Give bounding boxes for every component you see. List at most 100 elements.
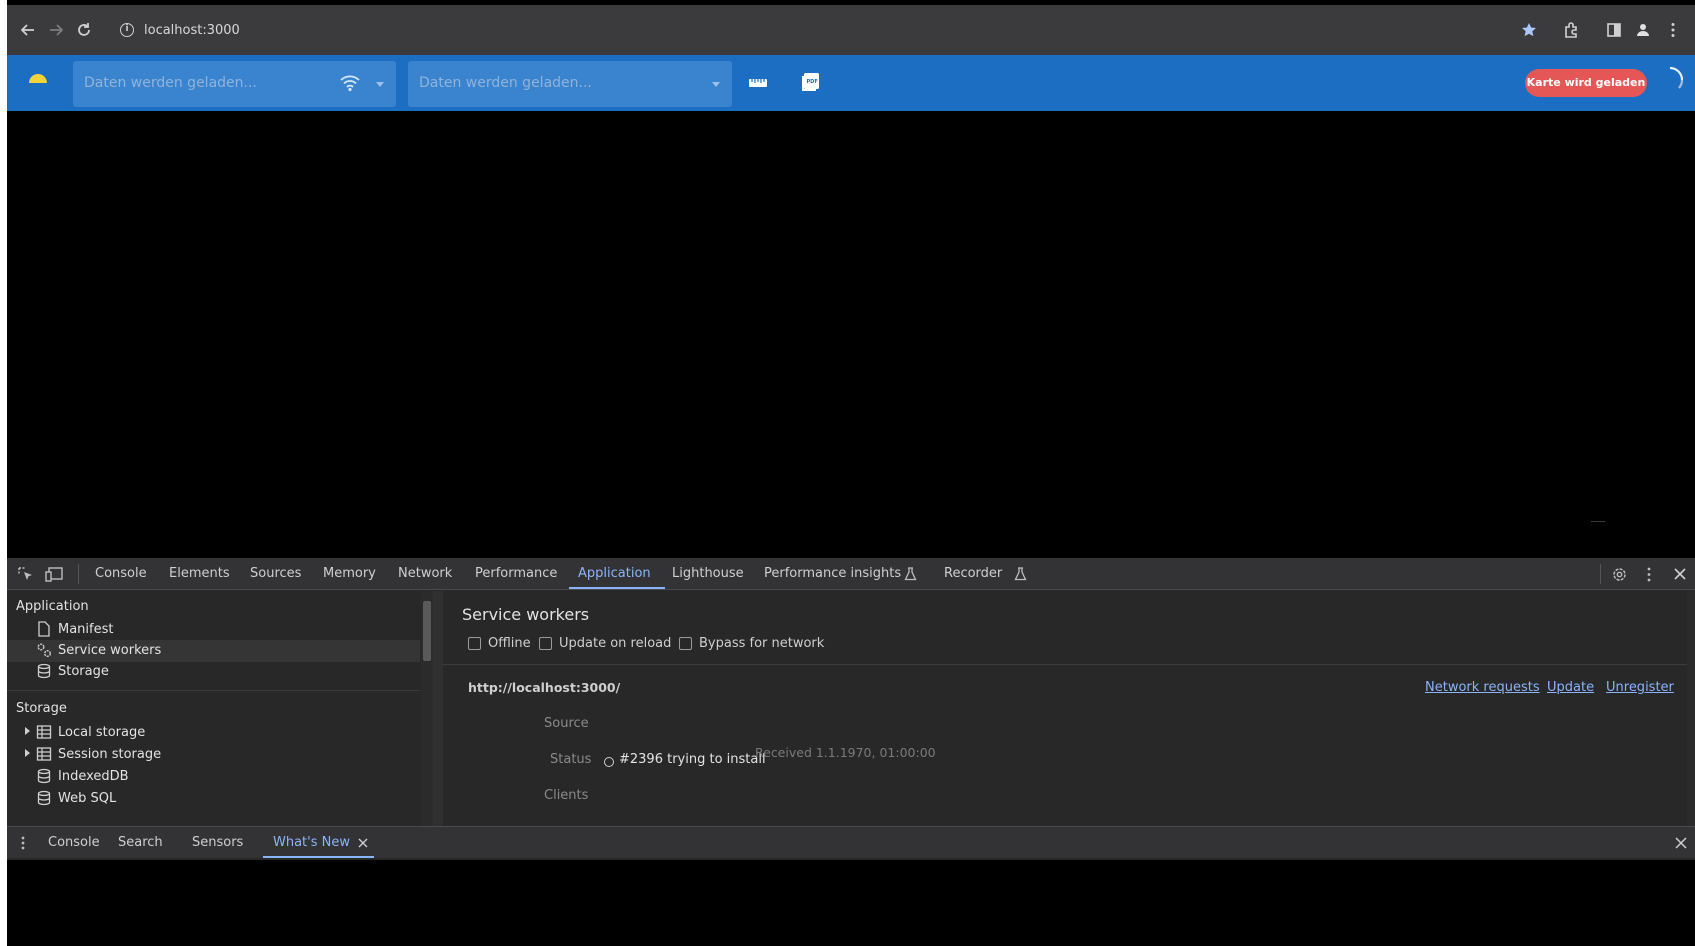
checkbox-box[interactable] xyxy=(539,637,552,650)
sidebar-item-session-storage[interactable]: Session storage xyxy=(36,746,161,762)
gears-icon xyxy=(36,642,52,658)
ruler-icon[interactable] xyxy=(748,73,768,93)
chevron-down-icon[interactable] xyxy=(712,82,720,87)
sidebar-item-label: Manifest xyxy=(58,621,114,637)
devtools-drawer-bar: Console Search Sensors What's New xyxy=(7,826,1695,858)
experiment-flask-icon xyxy=(1014,567,1027,581)
tab-console[interactable]: Console xyxy=(95,566,147,581)
expand-arrow-icon[interactable] xyxy=(25,749,30,757)
drawer-tab-search[interactable]: Search xyxy=(118,835,163,850)
checkbox-box[interactable] xyxy=(679,637,692,650)
profile-icon[interactable] xyxy=(1634,21,1652,39)
sidebar-item-indexeddb[interactable]: IndexedDB xyxy=(36,768,129,784)
toolbar-divider xyxy=(78,564,79,584)
section-storage: Storage xyxy=(16,701,67,716)
pane-title: Service workers xyxy=(462,605,590,624)
tab-performance-insights[interactable]: Performance insights xyxy=(764,566,901,581)
unregister-link[interactable]: Unregister xyxy=(1606,680,1674,695)
bypass-for-network-checkbox[interactable]: Bypass for network xyxy=(679,636,824,651)
database-icon xyxy=(36,663,52,679)
tab-performance[interactable]: Performance xyxy=(475,566,557,581)
devtools-menu-icon[interactable] xyxy=(1646,566,1652,583)
status-label: Status xyxy=(550,752,592,767)
update-on-reload-checkbox[interactable]: Update on reload xyxy=(539,636,671,651)
address-bar[interactable]: i localhost:3000 xyxy=(120,15,1500,45)
weather-sun-icon xyxy=(27,71,49,87)
inspect-element-icon[interactable] xyxy=(17,566,35,582)
panel-resize-handle[interactable] xyxy=(433,591,443,826)
checkbox-box[interactable] xyxy=(468,637,481,650)
info-icon[interactable]: i xyxy=(120,23,134,37)
chevron-down-icon[interactable] xyxy=(376,82,384,87)
application-sidebar: Application Manifest Service workers Sto… xyxy=(7,591,420,826)
source-label: Source xyxy=(544,716,589,731)
drawer-tab-console[interactable]: Console xyxy=(48,835,100,850)
app-toolbar: Daten werden geladen... Daten werden gel… xyxy=(7,55,1695,111)
extensions-icon[interactable] xyxy=(1562,21,1580,39)
sidebar-item-label: IndexedDB xyxy=(58,768,129,784)
close-devtools-icon[interactable] xyxy=(1673,567,1687,581)
sidebar-scrollbar[interactable] xyxy=(421,591,433,826)
document-icon xyxy=(36,621,52,637)
sidebar-item-service-workers[interactable]: Service workers xyxy=(36,642,161,658)
section-application: Application xyxy=(16,599,89,614)
tab-network[interactable]: Network xyxy=(398,566,452,581)
update-link[interactable]: Update xyxy=(1547,680,1594,695)
parameter-select[interactable]: Daten werden geladen... xyxy=(408,61,732,107)
tab-memory[interactable]: Memory xyxy=(323,566,376,581)
forward-icon[interactable] xyxy=(47,21,65,39)
sidebar-item-storage[interactable]: Storage xyxy=(36,663,109,679)
checkbox-label: Bypass for network xyxy=(699,636,825,651)
tab-application[interactable]: Application xyxy=(578,566,651,581)
tab-elements[interactable]: Elements xyxy=(169,566,230,581)
pane-scrollbar[interactable] xyxy=(1687,591,1695,826)
database-icon xyxy=(36,790,52,806)
devtools-panel: Console Elements Sources Memory Network … xyxy=(7,558,1695,860)
table-grid-icon xyxy=(36,724,52,740)
tab-recorder[interactable]: Recorder xyxy=(944,566,1002,581)
expand-arrow-icon[interactable] xyxy=(25,727,30,735)
device-toolbar-icon[interactable] xyxy=(45,566,65,582)
tab-sources[interactable]: Sources xyxy=(250,566,301,581)
active-tab-indicator xyxy=(569,587,665,589)
reload-icon[interactable] xyxy=(75,21,93,39)
close-drawer-icon[interactable] xyxy=(1675,837,1687,849)
service-workers-pane: Service workers Offline Update on reload… xyxy=(443,591,1695,826)
map-scale-mark xyxy=(1591,521,1605,522)
table-grid-icon xyxy=(36,746,52,762)
url-text: localhost:3000 xyxy=(144,22,240,38)
pdf-export-icon[interactable]: PDF xyxy=(801,71,821,93)
side-panel-icon[interactable] xyxy=(1605,21,1623,39)
drawer-tab-whats-new[interactable]: What's New xyxy=(273,835,350,850)
checkbox-label: Update on reload xyxy=(559,636,672,651)
drawer-tab-sensors[interactable]: Sensors xyxy=(192,835,243,850)
active-drawer-tab-indicator xyxy=(263,856,374,858)
svg-text:PDF: PDF xyxy=(807,79,818,85)
bookmark-star-icon[interactable] xyxy=(1520,21,1538,39)
close-tab-icon[interactable] xyxy=(358,838,368,848)
drawer-menu-icon[interactable] xyxy=(20,835,26,851)
sidebar-divider xyxy=(7,690,420,691)
map-canvas[interactable] xyxy=(7,111,1695,558)
map-loading-badge: Karte wird geladen xyxy=(1525,69,1647,97)
network-requests-link[interactable]: Network requests xyxy=(1425,680,1540,695)
sidebar-item-label: Web SQL xyxy=(58,790,117,806)
station-select-placeholder: Daten werden geladen... xyxy=(84,75,257,91)
back-icon[interactable] xyxy=(19,21,37,39)
settings-gear-icon[interactable] xyxy=(1611,566,1628,583)
sidebar-item-local-storage[interactable]: Local storage xyxy=(36,724,145,740)
offline-checkbox[interactable]: Offline xyxy=(468,636,531,651)
wifi-icon xyxy=(339,74,361,92)
drawer-content-area xyxy=(7,860,1695,946)
station-select[interactable]: Daten werden geladen... xyxy=(73,61,396,107)
scrollbar-thumb[interactable] xyxy=(423,601,431,661)
browser-menu-icon[interactable] xyxy=(1664,21,1682,39)
toolbar-divider xyxy=(1600,564,1601,584)
devtools-tab-bar: Console Elements Sources Memory Network … xyxy=(7,558,1695,590)
sidebar-item-label: Session storage xyxy=(58,746,162,762)
checkbox-label: Offline xyxy=(488,636,531,651)
sidebar-item-manifest[interactable]: Manifest xyxy=(36,621,113,637)
database-icon xyxy=(36,768,52,784)
sidebar-item-web-sql[interactable]: Web SQL xyxy=(36,790,116,806)
tab-lighthouse[interactable]: Lighthouse xyxy=(672,566,744,581)
